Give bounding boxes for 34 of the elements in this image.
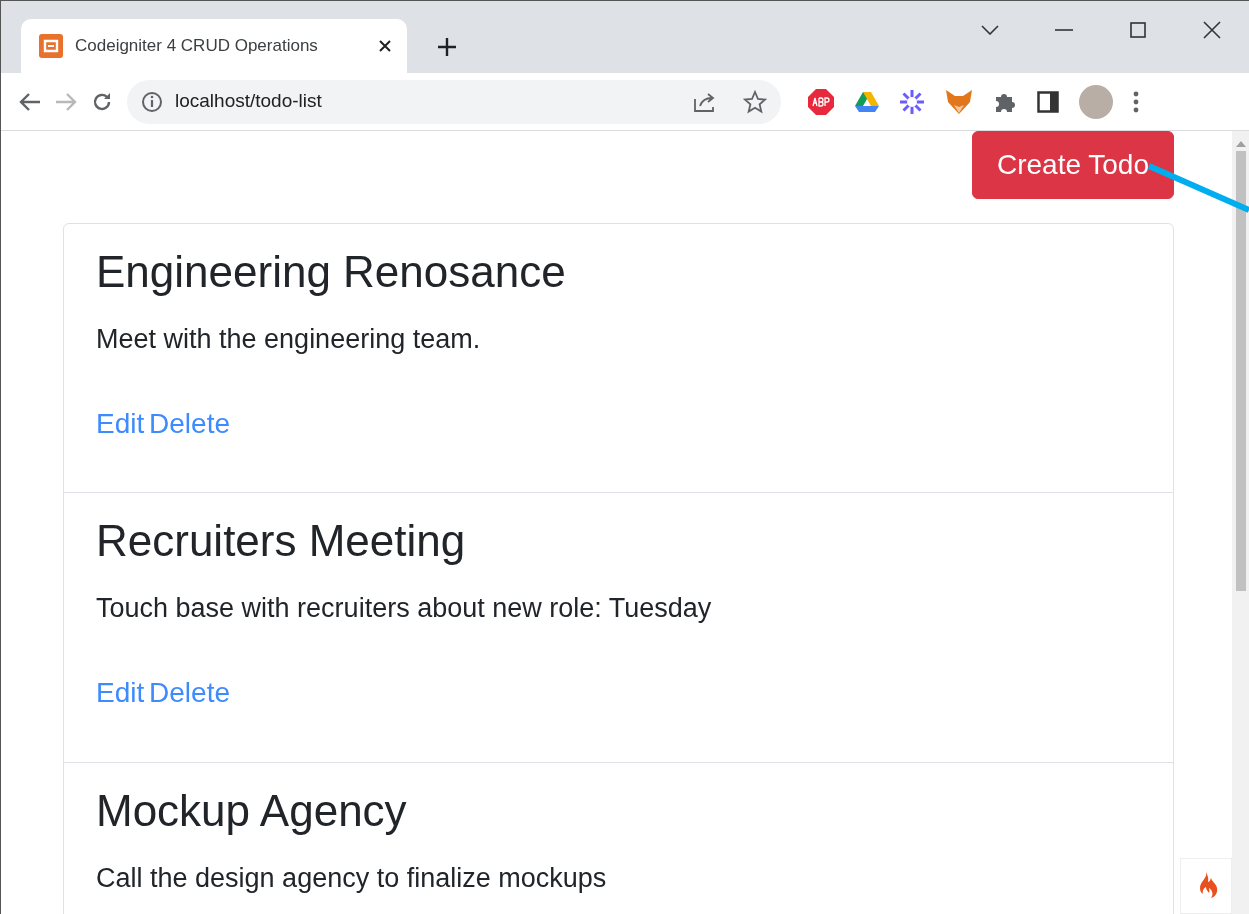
edit-link[interactable]: Edit	[96, 672, 145, 715]
tab-title: Codeigniter 4 CRUD Operations	[75, 35, 319, 58]
scrollbar[interactable]	[1232, 131, 1249, 914]
app-logo-icon	[39, 34, 63, 58]
chevron-down-icon[interactable]	[981, 25, 999, 35]
share-icon[interactable]	[693, 90, 717, 113]
scrollbar-thumb[interactable]	[1235, 151, 1246, 591]
create-todo-button[interactable]: Create Todo	[971, 131, 1174, 199]
delete-link[interactable]: Delete	[149, 403, 230, 446]
todo-description: Touch base with recruiters about new role: Tuesday	[96, 591, 713, 625]
close-icon[interactable]	[1203, 21, 1221, 39]
flame-logo-button[interactable]	[1180, 858, 1232, 914]
address-bar[interactable]: localhost/todo-list	[127, 79, 781, 124]
fox-icon[interactable]	[945, 88, 973, 115]
close-icon[interactable]	[377, 38, 393, 54]
edit-link[interactable]: Edit	[96, 403, 145, 446]
todo-title: Recruiters Meeting	[96, 515, 467, 567]
todo-description: Call the design agency to finalize mockups	[96, 861, 608, 895]
browser-tab[interactable]: Codeigniter 4 CRUD Operations	[21, 19, 407, 73]
todo-description: Meet with the engineering team.	[96, 322, 482, 356]
star-icon[interactable]	[743, 89, 767, 114]
side-panel-icon[interactable]	[1037, 90, 1059, 113]
back-icon[interactable]	[19, 91, 41, 112]
delete-link[interactable]: Delete	[149, 672, 230, 715]
stop-sign-icon[interactable]	[807, 87, 835, 116]
info-icon[interactable]	[141, 90, 163, 113]
url-text: localhost/todo-list	[175, 89, 323, 114]
todo-title: Mockup Agency	[96, 785, 408, 837]
new-tab-icon[interactable]	[437, 37, 457, 57]
maximize-icon[interactable]	[1130, 22, 1146, 38]
todo-title: Engineering Renosance	[96, 246, 567, 298]
triangle-icon[interactable]	[855, 90, 879, 113]
menu-icon[interactable]	[1133, 90, 1139, 113]
asterisk-icon[interactable]	[899, 88, 925, 115]
